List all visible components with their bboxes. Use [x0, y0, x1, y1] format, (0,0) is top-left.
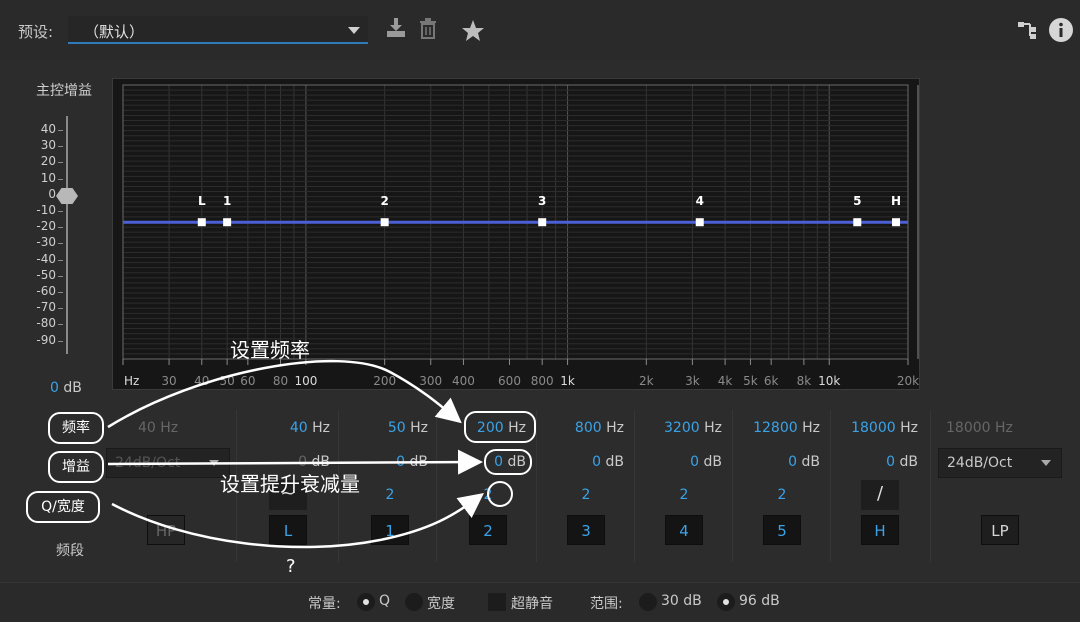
annotation-arrows — [107, 359, 484, 549]
annotation-question: ? — [286, 556, 296, 577]
range-label: 范围: — [590, 596, 623, 612]
range-30db-label: 30 dB — [661, 593, 702, 609]
constant-q-radio[interactable] — [357, 593, 375, 611]
constant-q-label: Q — [379, 593, 391, 609]
annotation-set-frequency: 设置频率 — [230, 338, 310, 362]
ultra-quiet-checkbox[interactable] — [488, 593, 506, 611]
range-96db-label: 96 dB — [739, 593, 780, 609]
ultra-quiet-label: 超静音 — [511, 596, 553, 612]
range-30db-radio[interactable] — [639, 593, 657, 611]
annotation-set-gain: 设置提升衰减量 — [220, 472, 360, 496]
constant-label: 常量: — [308, 596, 341, 612]
range-96db-radio[interactable] — [717, 593, 735, 611]
constant-width-radio[interactable] — [405, 593, 423, 611]
constant-width-label: 宽度 — [427, 596, 455, 612]
